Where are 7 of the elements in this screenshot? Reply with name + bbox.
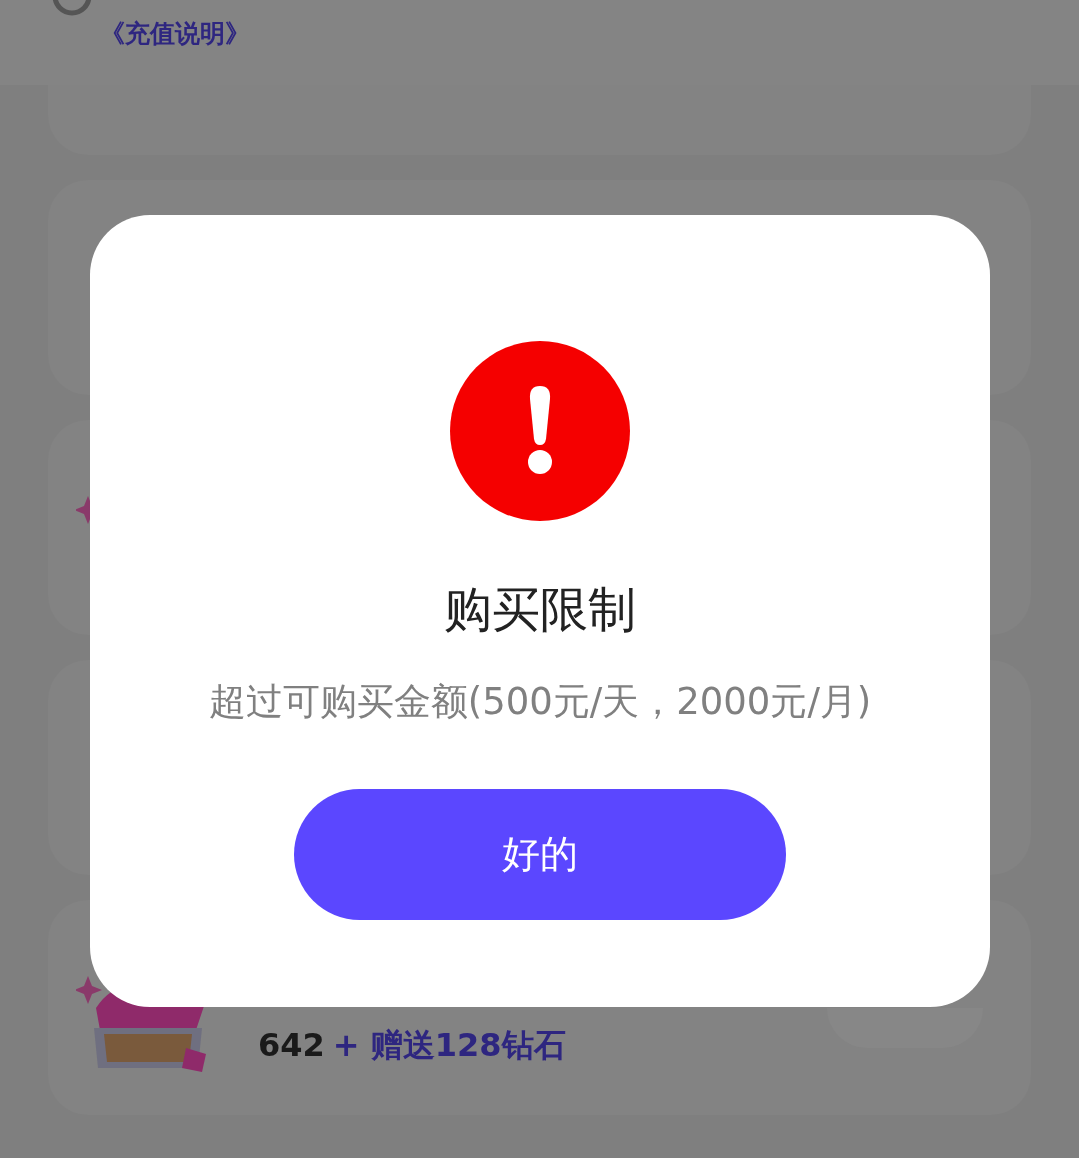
diamond-amount: 642 (258, 1025, 325, 1066)
dialog-message: 超过可购买金额(500元/天，2000元/月) (208, 679, 872, 725)
bonus-text: + 赠送128钻石 (332, 1025, 566, 1066)
recharge-terms-link[interactable]: 《充值说明》 (100, 14, 250, 54)
ok-button[interactable]: 好的 (294, 789, 786, 920)
dialog-title: 购买限制 (444, 580, 636, 639)
warning-icon (450, 341, 630, 521)
